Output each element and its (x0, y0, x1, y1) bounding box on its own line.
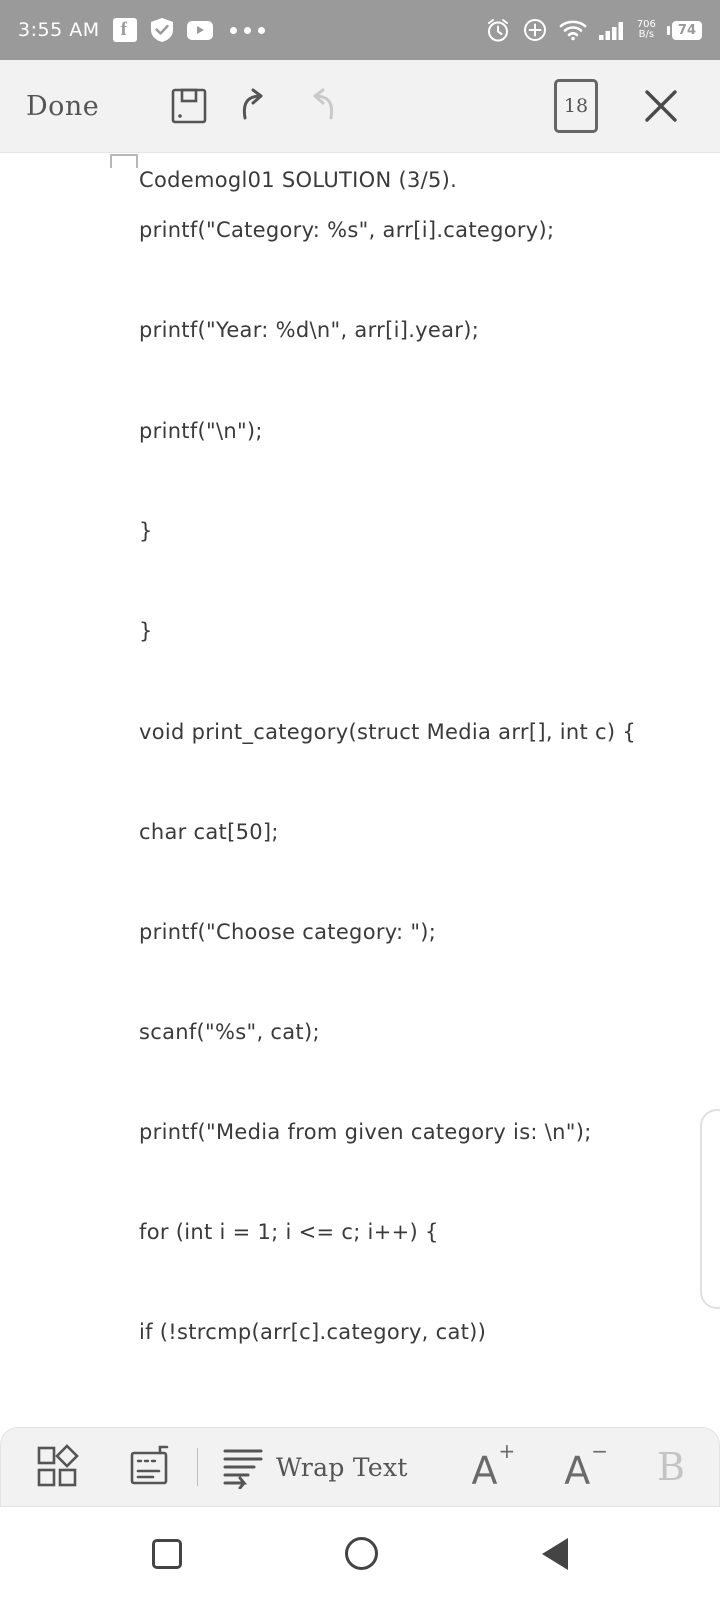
font-decrease-button[interactable]: A− (556, 1437, 615, 1497)
save-button[interactable] (156, 73, 222, 139)
more-dots-icon (229, 26, 265, 34)
insert-card-button[interactable] (119, 1437, 183, 1497)
undo-arrow-icon (242, 88, 263, 120)
shapes-grid-button[interactable] (27, 1437, 91, 1497)
app-screen: 3:55 AM f 706 B/s 74 Done 18 Codemogl01 … (0, 0, 720, 1600)
font-increase-sup: + (498, 1439, 516, 1464)
bold-label: B (657, 1445, 685, 1489)
status-bar: 3:55 AM f 706 B/s 74 (0, 0, 720, 60)
network-speed-unit: B/s (638, 29, 655, 40)
close-x-icon (645, 90, 677, 122)
page-number-button[interactable]: 18 (554, 79, 598, 133)
document-line: for (int i = 1; i <= c; i++) { (139, 1220, 439, 1244)
redo-button[interactable] (288, 73, 354, 139)
font-increase-letter: A (471, 1448, 498, 1493)
document-line: char cat[50]; (139, 820, 279, 844)
document-line: printf("\n"); (139, 419, 263, 443)
alarm-icon (485, 17, 511, 43)
document-line: printf("Year: %d\n", arr[i].year); (139, 318, 480, 342)
undo-button[interactable] (222, 73, 288, 139)
wifi-icon (559, 19, 587, 41)
wrap-text-button[interactable]: Wrap Text (212, 1437, 416, 1497)
document-line: scanf("%s", cat); (139, 1020, 320, 1044)
floppy-disk-icon (171, 88, 207, 124)
shield-check-icon (150, 17, 174, 43)
home-circle-icon[interactable] (345, 1537, 379, 1570)
network-speed-indicator: 706 B/s (637, 20, 656, 40)
bold-button[interactable]: B (649, 1437, 693, 1497)
toolbar-divider (197, 1448, 198, 1486)
done-button[interactable]: Done (26, 91, 156, 122)
document-line: if (!strcmp(arr[c].category, cat)) (139, 1320, 487, 1344)
font-increase-button[interactable]: A+ (464, 1437, 523, 1497)
document-line: printf("Category: %s", arr[i].category); (139, 218, 555, 242)
battery-icon: 74 (666, 20, 702, 40)
status-bar-right: 706 B/s 74 (485, 17, 702, 43)
battery-level: 74 (671, 20, 702, 40)
formatting-toolbar: Wrap Text A+ A− B (0, 1427, 720, 1507)
editor-toolbar: Done 18 (0, 60, 720, 153)
font-increase-glyph: A+ (471, 1439, 516, 1493)
facebook-icon (112, 18, 137, 42)
cellular-signal-icon (598, 19, 626, 41)
system-nav-bar (0, 1507, 720, 1600)
battery-cap (666, 25, 670, 35)
document-line: printf("Choose category: "); (139, 920, 437, 944)
document-line: void print_category(struct Media arr[], … (139, 720, 637, 744)
recents-square-icon[interactable] (151, 1538, 182, 1569)
youtube-icon (186, 20, 213, 40)
status-bar-left: 3:55 AM (18, 17, 485, 43)
document-line: } (139, 519, 153, 543)
document-canvas[interactable]: Codemogl01 SOLUTION (3/5). printf("Categ… (0, 154, 720, 1435)
shapes-grid-icon (37, 1444, 79, 1487)
status-time: 3:55 AM (18, 19, 100, 41)
wrap-text-icon (223, 1449, 263, 1489)
wrap-text-label: Wrap Text (276, 1452, 408, 1482)
close-button[interactable] (628, 73, 694, 139)
document-line: printf("Media from given category is: \n… (139, 1120, 592, 1144)
back-triangle-icon[interactable] (542, 1537, 569, 1570)
insert-card-icon (130, 1445, 169, 1485)
font-decrease-glyph: A− (564, 1439, 608, 1493)
redo-arrow-icon (313, 88, 334, 120)
font-decrease-sup: − (591, 1439, 609, 1464)
page-corner-marker (110, 154, 138, 168)
plus-circle-icon (522, 17, 548, 43)
document-line: } (139, 619, 153, 643)
scroll-handle[interactable] (700, 1109, 720, 1309)
document-line: Codemogl01 SOLUTION (3/5). (139, 168, 458, 192)
font-decrease-letter: A (564, 1448, 591, 1493)
page-number-label: 18 (563, 95, 589, 117)
